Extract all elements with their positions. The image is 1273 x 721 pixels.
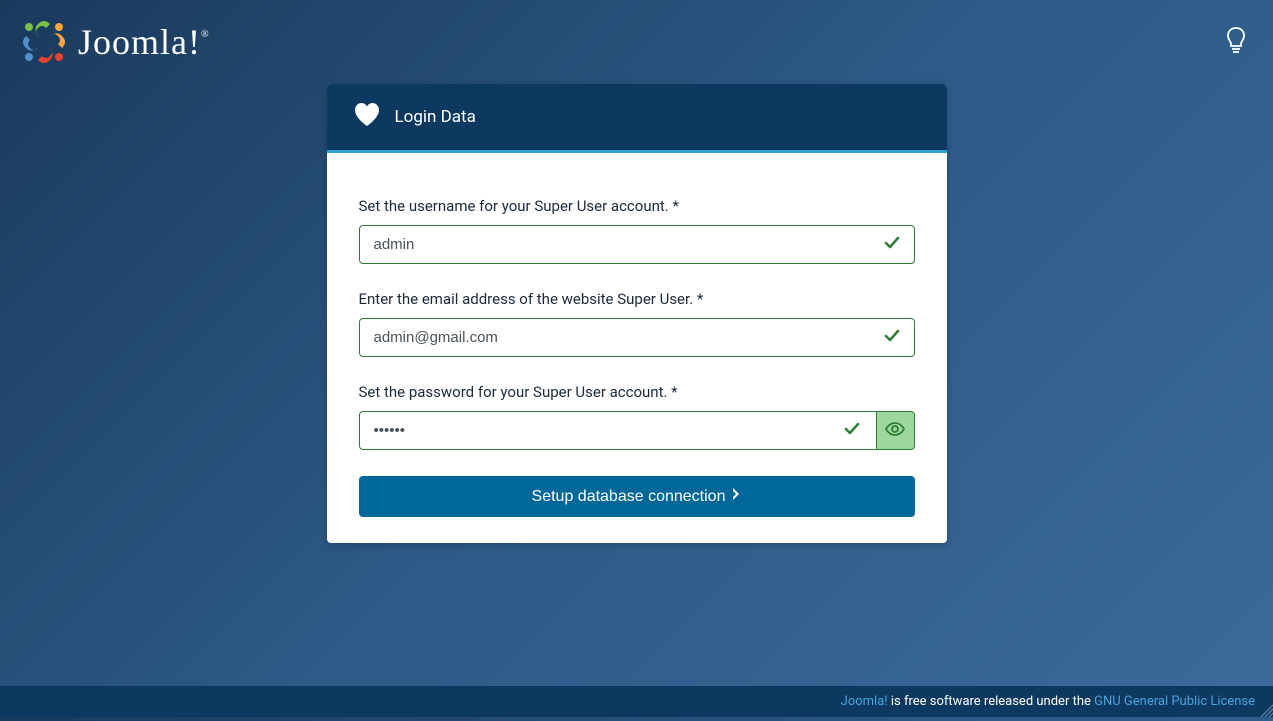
joomla-link[interactable]: Joomla! — [841, 694, 888, 709]
email-label: Enter the email address of the website S… — [359, 290, 915, 308]
password-group: Set the password for your Super User acc… — [359, 383, 915, 450]
email-group: Enter the email address of the website S… — [359, 290, 915, 357]
help-lightbulb-icon[interactable] — [1217, 18, 1255, 66]
login-card: Login Data Set the username for your Sup… — [327, 84, 947, 543]
chevron-right-icon — [731, 486, 741, 507]
card-body: Set the username for your Super User acc… — [327, 153, 947, 543]
email-input[interactable] — [359, 318, 915, 357]
password-label: Set the password for your Super User acc… — [359, 383, 915, 401]
username-group: Set the username for your Super User acc… — [359, 197, 915, 264]
resize-handle-icon — [1257, 701, 1273, 717]
license-link[interactable]: GNU General Public License — [1094, 694, 1255, 709]
footer-text: is free software released under the — [888, 694, 1094, 709]
heart-icon — [353, 102, 381, 132]
username-input[interactable] — [359, 225, 915, 264]
username-label: Set the username for your Super User acc… — [359, 197, 915, 215]
header: Joomla!® — [0, 0, 1273, 84]
toggle-password-visibility-button[interactable] — [876, 411, 915, 450]
brand-text: Joomla!® — [78, 21, 210, 63]
joomla-logo-icon — [18, 16, 70, 68]
footer: Joomla! is free software released under … — [0, 686, 1273, 717]
joomla-logo: Joomla!® — [18, 16, 210, 68]
password-input[interactable] — [359, 411, 876, 450]
setup-database-button[interactable]: Setup database connection — [359, 476, 915, 517]
card-title: Login Data — [395, 107, 476, 127]
card-header: Login Data — [327, 84, 947, 153]
eye-icon — [885, 421, 905, 440]
